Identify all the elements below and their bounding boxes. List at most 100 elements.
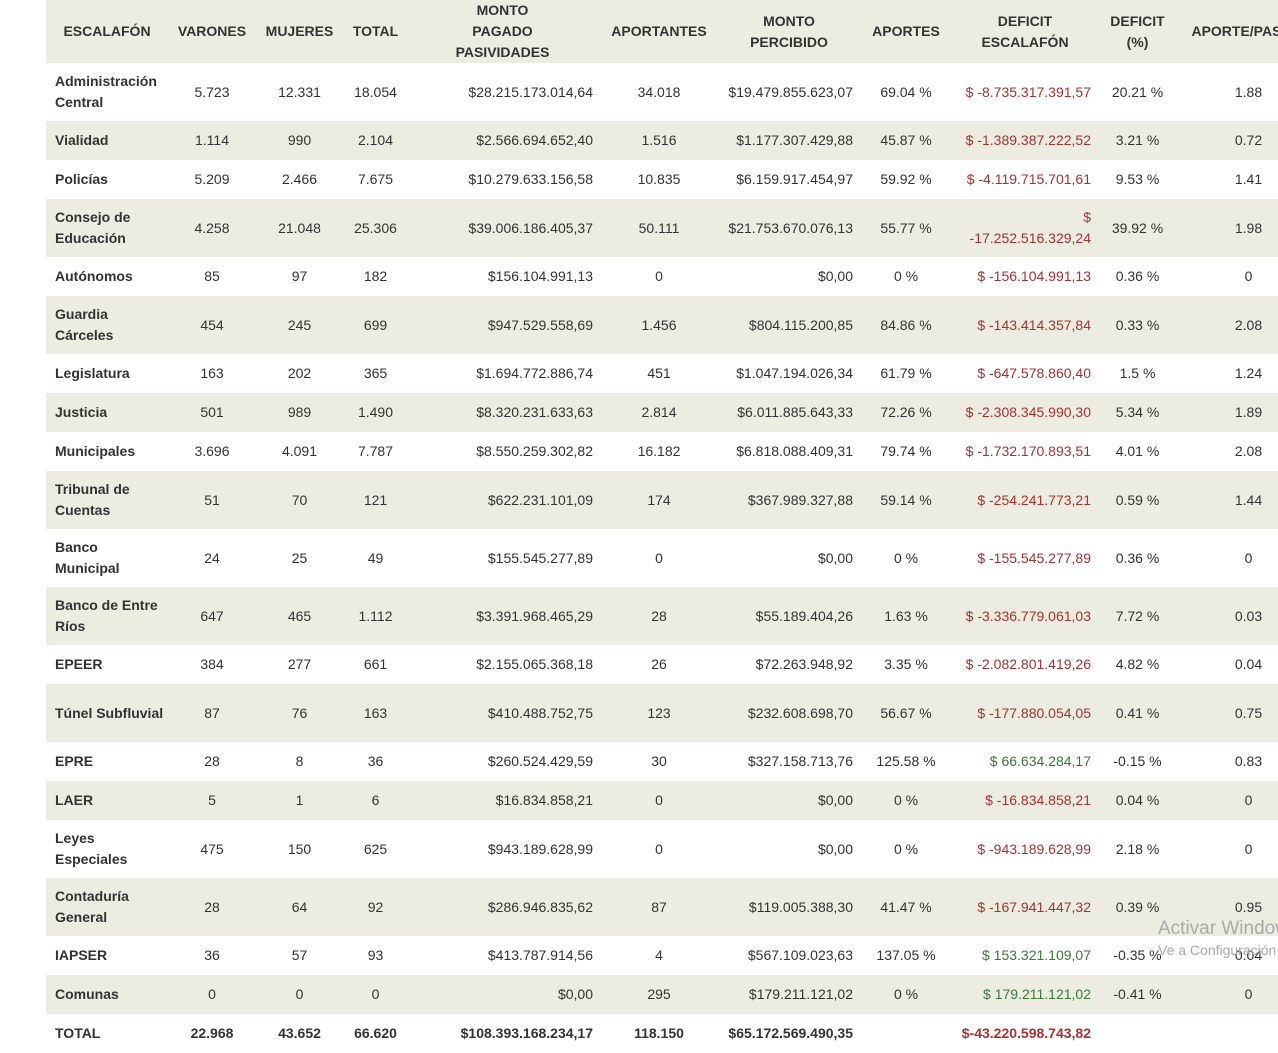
cell-varones: 28 — [168, 742, 256, 781]
cell-escalafon: Consejo de Educación — [46, 199, 168, 257]
table-row: Túnel Subfluvial 87 76 163 $410.488.752,75 12… — [46, 684, 1278, 742]
table-row: Comunas 0 0 0 $0,00 295 $179.211.121,02 0 % $ 17… — [46, 975, 1278, 1014]
cell-aportes: 61.79 % — [857, 354, 955, 393]
cell-monto-percibido: $1.177.307.429,88 — [721, 121, 857, 160]
cell-varones: 4.258 — [168, 199, 256, 257]
cell-total: 1.112 — [343, 587, 408, 645]
table-row: Tribunal de Cuentas 51 70 121 $622.231.101,0… — [46, 471, 1278, 529]
table-row: Autónomos 85 97 182 $156.104.991,13 0 $0,00 0 %… — [46, 257, 1278, 296]
cell-monto-pagado: $8.320.231.633,63 — [408, 393, 597, 432]
cell-escalafon: Policías — [46, 160, 168, 199]
cell-deficit-pct: 0.36 % — [1095, 529, 1180, 587]
cell-deficit-pct: 0.04 % — [1095, 781, 1180, 820]
cell-deficit: $ 66.634.284,17 — [955, 742, 1095, 781]
table-row: Contaduría General 28 64 92 $286.946.835,62 8… — [46, 878, 1278, 936]
cell-aportes: 79.74 % — [857, 432, 955, 471]
cell-aporte-pasivo: 1.89 — [1180, 393, 1278, 432]
cell-aporte-pasivo: 0.72 — [1180, 121, 1278, 160]
cell-mujeres: 990 — [256, 121, 343, 160]
total-cell-mujeres: 43.652 — [256, 1014, 343, 1053]
cell-deficit-pct: 20.21 % — [1095, 63, 1180, 121]
cell-escalafon: Banco Municipal — [46, 529, 168, 587]
cell-escalafon: Túnel Subfluvial — [46, 684, 168, 742]
cell-varones: 647 — [168, 587, 256, 645]
cell-aportantes: 295 — [597, 975, 721, 1014]
cell-deficit-pct: 1.5 % — [1095, 354, 1180, 393]
cell-aportantes: 26 — [597, 645, 721, 684]
cell-aportantes: 1.456 — [597, 296, 721, 354]
cell-monto-pagado: $16.834.858,21 — [408, 781, 597, 820]
cell-aportantes: 2.814 — [597, 393, 721, 432]
cell-aportes: 137.05 % — [857, 936, 955, 975]
pension-deficit-table: ESCALAFÓN VARONES MUJERES TOTAL MONTO PA… — [46, 0, 1278, 1053]
cell-aporte-pasivo: 0 — [1180, 257, 1278, 296]
col-header-deficit: DEFICIT ESCALAFÓN — [955, 0, 1095, 63]
cell-escalafon: Legislatura — [46, 354, 168, 393]
cell-varones: 384 — [168, 645, 256, 684]
col-header-aportantes: APORTANTES — [597, 0, 721, 63]
cell-deficit-pct: 5.34 % — [1095, 393, 1180, 432]
cell-deficit: $ -2.308.345.990,30 — [955, 393, 1095, 432]
cell-mujeres: 2.466 — [256, 160, 343, 199]
cell-deficit: $ -17.252.516.329,24 — [955, 199, 1095, 257]
col-header-total: TOTAL — [343, 0, 408, 63]
cell-aportes: 3.35 % — [857, 645, 955, 684]
col-header-mujeres: MUJERES — [256, 0, 343, 63]
table-row: EPEER 384 277 661 $2.155.065.368,18 26 $72.263… — [46, 645, 1278, 684]
cell-aporte-pasivo: 1.41 — [1180, 160, 1278, 199]
cell-monto-percibido: $0,00 — [721, 529, 857, 587]
cell-monto-percibido: $0,00 — [721, 257, 857, 296]
cell-escalafon: EPRE — [46, 742, 168, 781]
cell-monto-pagado: $8.550.259.302,82 — [408, 432, 597, 471]
cell-deficit-pct: 0.33 % — [1095, 296, 1180, 354]
cell-varones: 501 — [168, 393, 256, 432]
cell-aporte-pasivo: 2.08 — [1180, 432, 1278, 471]
cell-deficit-pct: 7.72 % — [1095, 587, 1180, 645]
table-row: Municipales 3.696 4.091 7.787 $8.550.259.302… — [46, 432, 1278, 471]
cell-monto-percibido: $0,00 — [721, 781, 857, 820]
cell-escalafon: Vialidad — [46, 121, 168, 160]
windows-activation-watermark: Activar Windows Ve a Configuración para … — [1158, 918, 1278, 958]
cell-monto-pagado: $947.529.558,69 — [408, 296, 597, 354]
col-header-monto-pagado: MONTO PAGADO PASIVIDADES — [408, 0, 597, 63]
cell-varones: 163 — [168, 354, 256, 393]
cell-monto-percibido: $567.109.023,63 — [721, 936, 857, 975]
cell-escalafon: Comunas — [46, 975, 168, 1014]
cell-deficit: $ -3.336.779.061,03 — [955, 587, 1095, 645]
cell-varones: 475 — [168, 820, 256, 878]
cell-deficit: $ -1.389.387.222,52 — [955, 121, 1095, 160]
cell-varones: 454 — [168, 296, 256, 354]
cell-deficit: $ -156.104.991,13 — [955, 257, 1095, 296]
cell-monto-percibido: $367.989.327,88 — [721, 471, 857, 529]
cell-aporte-pasivo: 0 — [1180, 781, 1278, 820]
cell-escalafon: Guardia Cárceles — [46, 296, 168, 354]
cell-mujeres: 1 — [256, 781, 343, 820]
cell-varones: 5.209 — [168, 160, 256, 199]
cell-deficit-pct: 0.59 % — [1095, 471, 1180, 529]
cell-total: 2.104 — [343, 121, 408, 160]
cell-escalafon: Contaduría General — [46, 878, 168, 936]
cell-escalafon: Autónomos — [46, 257, 168, 296]
cell-aportantes: 0 — [597, 257, 721, 296]
cell-mujeres: 12.331 — [256, 63, 343, 121]
cell-total: 92 — [343, 878, 408, 936]
cell-total: 699 — [343, 296, 408, 354]
cell-deficit: $ -16.834.858,21 — [955, 781, 1095, 820]
cell-aportantes: 174 — [597, 471, 721, 529]
cell-monto-percibido: $179.211.121,02 — [721, 975, 857, 1014]
table-row: Leyes Especiales 475 150 625 $943.189.628,99… — [46, 820, 1278, 878]
cell-deficit: $ -2.082.801.419,26 — [955, 645, 1095, 684]
total-row: TOTAL 22.968 43.652 66.620 $108.393.168.234,… — [46, 1014, 1278, 1053]
cell-aportantes: 28 — [597, 587, 721, 645]
cell-aportes: 69.04 % — [857, 63, 955, 121]
col-header-aporte-pasivo: APORTE/PASIVO — [1180, 0, 1278, 63]
cell-monto-pagado: $2.566.694.652,40 — [408, 121, 597, 160]
cell-monto-pagado: $1.694.772.886,74 — [408, 354, 597, 393]
cell-deficit: $ -1.732.170.893,51 — [955, 432, 1095, 471]
cell-deficit-pct: 4.01 % — [1095, 432, 1180, 471]
cell-monto-percibido: $6.159.917.454,97 — [721, 160, 857, 199]
cell-mujeres: 150 — [256, 820, 343, 878]
cell-deficit: $ -943.189.628,99 — [955, 820, 1095, 878]
cell-mujeres: 76 — [256, 684, 343, 742]
cell-varones: 87 — [168, 684, 256, 742]
